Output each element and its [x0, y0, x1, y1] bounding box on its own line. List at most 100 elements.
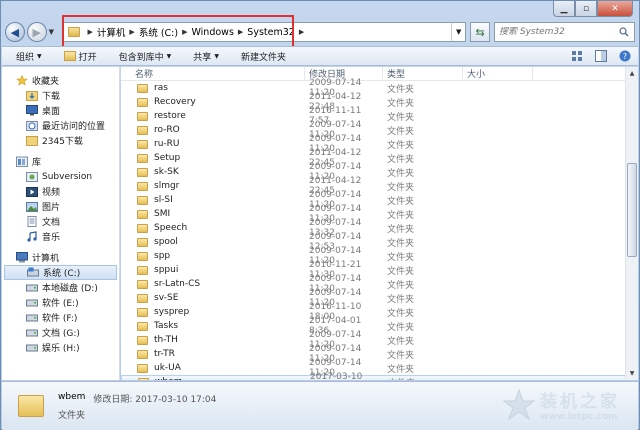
view-controls: ? — [560, 49, 632, 63]
nav-item-downloads[interactable]: 下载 — [2, 88, 119, 103]
nav-item-drive-g[interactable]: 文档 (G:) — [2, 325, 119, 340]
folder-icon — [67, 27, 80, 37]
file-name: sk-SK — [154, 167, 179, 177]
help-icon[interactable]: ? — [618, 49, 632, 63]
file-name-cell: th-TH — [121, 335, 305, 345]
file-type: 文件夹 — [387, 350, 415, 361]
breadcrumb-separator-icon[interactable]: ▶ — [238, 28, 243, 36]
nav-item-videos[interactable]: 视频 — [2, 184, 119, 199]
maximize-button[interactable]: ▫ — [575, 1, 597, 17]
nav-item-drive-c[interactable]: 系统 (C:) — [4, 265, 117, 280]
close-button[interactable]: ✕ — [597, 1, 633, 17]
nav-libraries-label: 库 — [32, 158, 42, 168]
file-name-cell: sv-SE — [121, 293, 305, 303]
scroll-down-icon[interactable]: ▼ — [626, 367, 638, 380]
breadcrumb-separator-icon[interactable]: ▶ — [129, 28, 134, 36]
include-in-library-button[interactable]: 包含到库中 ▼ — [119, 50, 172, 63]
organize-button[interactable]: 组织 ▼ — [16, 50, 42, 63]
file-name-cell: sl-SI — [121, 195, 305, 205]
column-header-name[interactable]: 名称 — [121, 67, 305, 81]
nav-item-drive-h[interactable]: 娱乐 (H:) — [2, 340, 119, 355]
nav-item-drive-f[interactable]: 软件 (F:) — [2, 310, 119, 325]
breadcrumb-separator-icon[interactable]: ▶ — [299, 28, 304, 36]
file-name-cell: uk-UA — [121, 363, 305, 373]
breadcrumb-separator-icon[interactable]: ▶ — [182, 28, 187, 36]
folder-icon — [137, 111, 148, 121]
breadcrumb-drive-c[interactable]: 系统 (C:) — [139, 25, 178, 39]
breadcrumb-computer[interactable]: 计算机 — [97, 25, 126, 39]
file-name-cell: Recovery — [121, 97, 305, 107]
search-box[interactable] — [494, 22, 636, 42]
folder-icon — [26, 136, 38, 146]
share-button[interactable]: 共享 ▼ — [193, 50, 219, 63]
nav-libraries[interactable]: 库 — [2, 154, 119, 169]
refresh-button[interactable]: ⇆ — [470, 22, 491, 42]
file-type: 文件夹 — [387, 322, 415, 333]
open-button[interactable]: 打开 — [63, 50, 97, 63]
back-button[interactable]: ◀ — [5, 22, 25, 42]
dropdown-arrow-icon: ▼ — [166, 52, 172, 60]
column-header-size[interactable]: 大小 — [463, 67, 533, 81]
file-type: 文件夹 — [387, 364, 415, 375]
file-name: th-TH — [154, 335, 178, 345]
folder-icon — [137, 139, 148, 149]
breadcrumb-system32[interactable]: System32 — [247, 27, 295, 38]
breadcrumb-separator-icon[interactable]: ▶ — [88, 28, 93, 36]
nav-favorites[interactable]: 收藏夹 — [2, 73, 119, 88]
nav-computer[interactable]: 计算机 — [2, 250, 119, 265]
minimize-button[interactable]: ▁ — [553, 1, 575, 17]
file-name-cell: Setup — [121, 153, 305, 163]
address-dropdown-button[interactable]: ▼ — [451, 23, 465, 41]
file-name-cell: spool — [121, 237, 305, 247]
nav-item-pictures[interactable]: 图片 — [2, 199, 119, 214]
nav-item-label: 视频 — [42, 188, 61, 198]
address-bar[interactable]: ▶ 计算机 ▶ 系统 (C:) ▶ Windows ▶ System32 ▶ ▼ — [61, 15, 467, 49]
nav-item-documents[interactable]: 文档 — [2, 214, 119, 229]
folder-icon — [137, 363, 148, 373]
view-options-icon[interactable] — [570, 49, 584, 63]
nav-item-desktop[interactable]: 桌面 — [2, 103, 119, 118]
new-folder-button[interactable]: 新建文件夹 — [241, 50, 286, 63]
nav-item-recent-places[interactable]: 最近访问的位置 — [2, 118, 119, 133]
search-icon[interactable] — [618, 26, 630, 38]
recent-pages-dropdown[interactable]: ▼ — [49, 28, 59, 36]
nav-item-music[interactable]: 音乐 — [2, 229, 119, 244]
file-name: wbem — [155, 377, 182, 380]
file-name: Tasks — [154, 321, 179, 331]
file-type: 文件夹 — [387, 336, 415, 347]
search-input[interactable] — [499, 27, 619, 37]
nav-item-drive-e[interactable]: 软件 (E:) — [2, 295, 119, 310]
details-text: wbem 修改日期: 2017-03-10 17:04 文件夹 — [58, 392, 216, 421]
file-type: 文件夹 — [384, 376, 464, 381]
nav-item-label: 图片 — [42, 203, 61, 213]
column-header-type[interactable]: 类型 — [383, 67, 463, 81]
nav-item-subversion[interactable]: Subversion — [2, 169, 119, 184]
subversion-library-icon — [26, 172, 38, 182]
file-name: sr-Latn-CS — [154, 279, 201, 289]
vertical-scrollbar[interactable]: ▲ ▼ — [625, 67, 638, 380]
breadcrumb-windows[interactable]: Windows — [191, 27, 233, 38]
file-name-cell: SMI — [121, 209, 305, 219]
file-name-cell: sysprep — [121, 307, 305, 317]
nav-item-drive-d[interactable]: 本地磁盘 (D:) — [2, 280, 119, 295]
video-library-icon — [26, 187, 38, 197]
scrollbar-thumb[interactable] — [627, 163, 637, 257]
file-type: 文件夹 — [387, 224, 415, 235]
nav-item-2345-downloads[interactable]: 2345下载 — [2, 133, 119, 148]
folder-icon — [137, 153, 148, 163]
file-name: Speech — [154, 223, 188, 233]
scroll-up-icon[interactable]: ▲ — [626, 67, 638, 80]
command-bar: 组织 ▼ 打开 包含到库中 ▼ 共享 ▼ 新建文件夹 ? — [2, 46, 638, 66]
file-type: 文件夹 — [387, 294, 415, 305]
file-row[interactable]: wbem 2017-03-10 17:04 文件夹 — [121, 372, 635, 381]
documents-library-icon — [27, 216, 37, 227]
preview-pane-icon[interactable] — [594, 49, 608, 63]
navigation-pane: 收藏夹 下载 桌面 最近访问的位置 2345下载 库 Subversion 视频… — [2, 67, 120, 380]
drive-icon — [26, 314, 38, 322]
forward-button[interactable]: ▶ — [26, 22, 47, 42]
file-name: Setup — [154, 153, 181, 163]
favorites-group: 收藏夹 下载 桌面 最近访问的位置 2345下载 — [2, 73, 119, 148]
dropdown-arrow-icon: ▼ — [214, 52, 219, 60]
file-type: 文件夹 — [387, 126, 415, 137]
library-icon — [16, 156, 28, 167]
